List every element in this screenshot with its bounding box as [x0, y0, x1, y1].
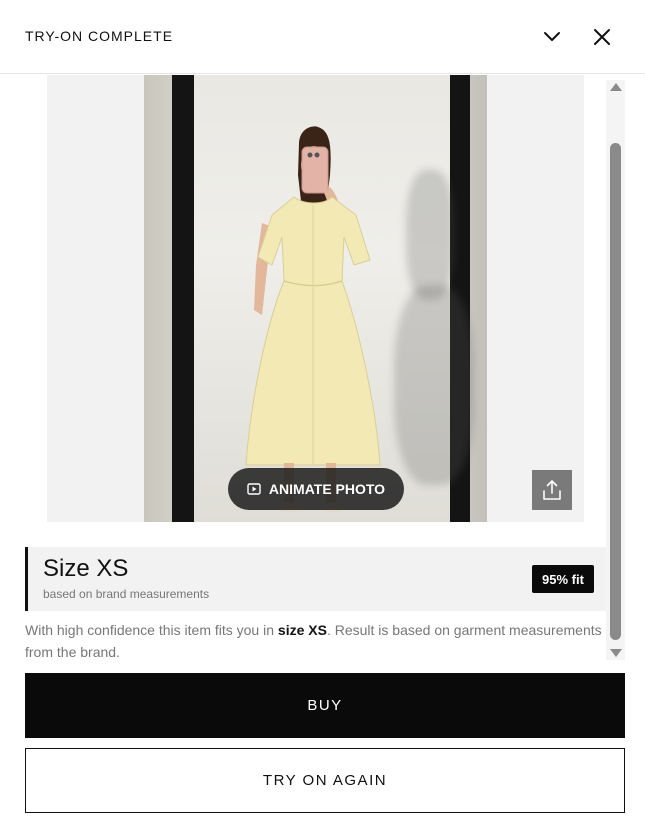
person-figure — [245, 126, 381, 512]
fit-description-size: size XS — [277, 622, 327, 638]
share-icon — [543, 480, 561, 500]
chevron-down-icon — [544, 32, 560, 41]
buy-button[interactable]: BUY — [25, 673, 625, 738]
close-icon — [594, 29, 610, 45]
try-on-photo — [144, 75, 487, 522]
scrollbar-thumb[interactable] — [610, 143, 621, 640]
share-button[interactable] — [532, 470, 572, 510]
fit-badge: 95% fit — [532, 565, 594, 593]
fit-description-text: With high confidence this item fits you … — [25, 622, 278, 638]
photo-frame: ANIMATE PHOTO — [47, 75, 584, 522]
modal-title: TRY-ON COMPLETE — [25, 28, 174, 44]
animate-photo-button[interactable]: ANIMATE PHOTO — [228, 468, 404, 510]
modal-header: TRY-ON COMPLETE — [0, 0, 645, 74]
scroll-down-arrow[interactable] — [609, 646, 623, 658]
play-icon — [247, 483, 261, 495]
triangle-down-icon — [610, 649, 622, 657]
scroll-up-arrow[interactable] — [609, 80, 623, 92]
recommended-size: Size XS — [43, 555, 129, 582]
fit-description: With high confidence this item fits you … — [25, 619, 610, 663]
animate-photo-label: ANIMATE PHOTO — [268, 481, 386, 497]
triangle-up-icon — [610, 83, 622, 91]
try-on-again-button[interactable]: TRY ON AGAIN — [25, 748, 625, 813]
result-content[interactable]: ANIMATE PHOTO Size XS based on brand mea… — [0, 75, 645, 665]
size-basis-note: based on brand measurements — [43, 587, 210, 601]
close-button[interactable] — [587, 22, 617, 52]
collapse-button[interactable] — [537, 22, 567, 52]
size-recommendation-card: Size XS based on brand measurements 95% … — [25, 547, 606, 611]
